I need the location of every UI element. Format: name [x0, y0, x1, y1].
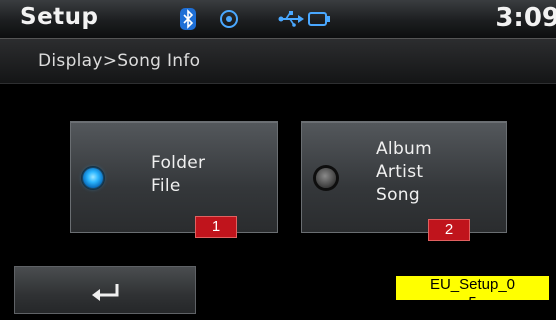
callout-badge-2: 2	[428, 219, 470, 241]
status-bar: Setup 3:09	[0, 0, 556, 39]
option-line-artist: Artist	[376, 162, 424, 182]
option-line-file: File	[151, 176, 181, 196]
document-label-line1: EU_Setup_0	[429, 276, 516, 293]
breadcrumb: Display>Song Info	[38, 51, 201, 71]
callout-badge-1: 1	[195, 216, 237, 238]
usb-icon	[278, 11, 304, 27]
option-album-label: Album Artist Song	[376, 138, 432, 207]
radio-unselected-icon[interactable]	[316, 168, 336, 188]
disc-icon	[220, 10, 238, 28]
option-folder-file[interactable]: Folder File	[70, 121, 278, 233]
option-album-artist-song[interactable]: Album Artist Song	[301, 121, 507, 233]
clock: 3:09	[495, 3, 556, 33]
document-label-line2: 5	[468, 294, 477, 311]
breadcrumb-bar: Display>Song Info	[0, 39, 556, 84]
document-label: EU_Setup_0 5	[396, 276, 549, 311]
option-line-album: Album	[376, 139, 432, 159]
app-title: Setup	[20, 4, 99, 30]
option-folder-label: Folder File	[151, 152, 205, 198]
bluetooth-icon	[180, 8, 196, 30]
back-arrow-icon	[92, 284, 119, 301]
radio-selected-icon[interactable]	[83, 168, 103, 188]
back-button[interactable]	[14, 266, 196, 314]
option-line-song: Song	[376, 185, 420, 205]
ipod-icon	[308, 12, 330, 26]
option-line-folder: Folder	[151, 153, 206, 173]
